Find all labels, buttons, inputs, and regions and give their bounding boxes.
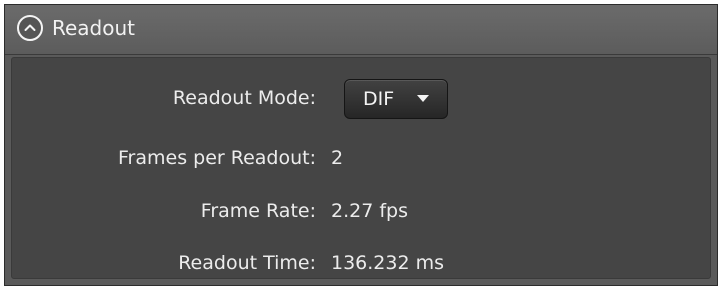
frame-rate-label: Frame Rate:	[200, 200, 316, 222]
frame-rate-row: Frame Rate: 2.27 fps	[12, 196, 710, 226]
readout-mode-dropdown[interactable]: DIF	[344, 79, 448, 119]
frames-per-readout-label: Frames per Readout:	[118, 147, 316, 169]
readout-panel: Readout Readout Mode: DIF Frames per Rea…	[4, 4, 718, 286]
caret-down-icon	[417, 95, 429, 102]
frame-rate-value: 2.27 fps	[331, 200, 408, 222]
readout-mode-selected: DIF	[363, 88, 395, 110]
panel-body: Readout Mode: DIF Frames per Readout: 2 …	[11, 57, 711, 279]
readout-time-row: Readout Time: 136.232 ms	[12, 248, 710, 278]
chevron-up-circle-icon[interactable]	[17, 15, 43, 41]
readout-mode-row: Readout Mode: DIF	[12, 79, 710, 119]
panel-title: Readout	[52, 16, 136, 40]
panel-header[interactable]: Readout	[5, 5, 717, 55]
frames-per-readout-row: Frames per Readout: 2	[12, 143, 710, 173]
readout-time-value: 136.232 ms	[331, 252, 445, 274]
chevron-up-icon	[24, 24, 36, 31]
frames-per-readout-value: 2	[331, 147, 344, 169]
readout-mode-label: Readout Mode:	[172, 87, 316, 109]
readout-time-label: Readout Time:	[178, 252, 316, 274]
